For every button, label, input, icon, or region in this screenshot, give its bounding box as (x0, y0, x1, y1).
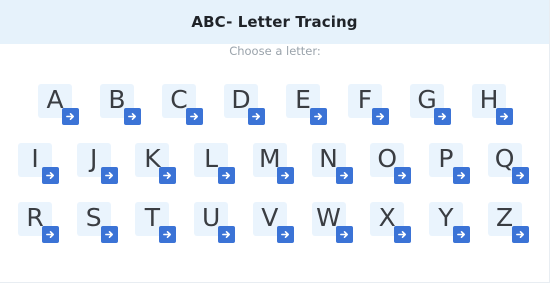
choose-letter-prompt: Choose a letter: (229, 44, 321, 58)
arrow-right-icon (398, 230, 407, 239)
arrow-right-icon (104, 171, 113, 180)
arrow-right-icon (314, 112, 323, 121)
arrow-right-icon (339, 171, 348, 180)
letter-tile-v[interactable]: V (252, 202, 294, 243)
letter-row: IJKLMNOPQ (0, 143, 550, 191)
select-letter-button[interactable] (248, 108, 265, 125)
letter-tracing-app: ABC- Letter Tracing Choose a letter: ABC… (0, 0, 550, 283)
select-letter-button[interactable] (42, 226, 59, 243)
select-letter-button[interactable] (276, 226, 294, 243)
letter-tile-k[interactable]: K (135, 143, 177, 184)
letter-tile-r[interactable]: R (18, 202, 59, 243)
arrow-right-icon (104, 230, 113, 239)
select-letter-button[interactable] (62, 108, 79, 125)
arrow-right-icon (280, 230, 289, 239)
arrow-right-icon (66, 112, 75, 121)
letter-tile-n[interactable]: N (311, 143, 353, 184)
select-letter-button[interactable] (218, 226, 236, 243)
letter-tile-l[interactable]: L (194, 143, 236, 184)
letter-tile-d[interactable]: D (224, 84, 265, 125)
arrow-right-icon (46, 171, 55, 180)
arrow-right-icon (398, 171, 407, 180)
arrow-right-icon (222, 230, 231, 239)
arrow-right-icon (190, 112, 199, 121)
letter-tile-h[interactable]: H (472, 84, 513, 125)
select-letter-button[interactable] (511, 226, 529, 243)
arrow-right-icon (46, 230, 55, 239)
select-letter-button[interactable] (394, 226, 412, 243)
select-letter-button[interactable] (124, 108, 141, 125)
letter-tile-i[interactable]: I (18, 143, 59, 184)
letter-tile-m[interactable]: M (252, 143, 294, 184)
letter-tile-s[interactable]: S (76, 202, 118, 243)
select-letter-button[interactable] (335, 226, 353, 243)
select-letter-button[interactable] (159, 226, 177, 243)
letter-tile-b[interactable]: B (100, 84, 141, 125)
arrow-right-icon (376, 112, 385, 121)
letter-tile-u[interactable]: U (194, 202, 236, 243)
arrow-right-icon (515, 230, 524, 239)
arrow-right-icon (500, 112, 509, 121)
select-letter-button[interactable] (511, 167, 529, 184)
letter-tile-q[interactable]: Q (487, 143, 529, 184)
arrow-right-icon (456, 171, 465, 180)
letter-tile-j[interactable]: J (76, 143, 118, 184)
letter-tile-x[interactable]: X (370, 202, 412, 243)
select-letter-button[interactable] (186, 108, 203, 125)
select-letter-button[interactable] (100, 167, 118, 184)
letter-tile-f[interactable]: F (348, 84, 389, 125)
arrow-right-icon (438, 112, 447, 121)
arrow-right-icon (280, 171, 289, 180)
select-letter-button[interactable] (218, 167, 236, 184)
arrow-right-icon (456, 230, 465, 239)
select-letter-button[interactable] (310, 108, 327, 125)
letter-tile-w[interactable]: W (311, 202, 353, 243)
letter-tile-g[interactable]: G (410, 84, 451, 125)
page-title: ABC- Letter Tracing (191, 13, 358, 31)
arrow-right-icon (252, 112, 261, 121)
select-letter-button[interactable] (335, 167, 353, 184)
select-letter-button[interactable] (372, 108, 389, 125)
letter-tile-t[interactable]: T (135, 202, 177, 243)
select-letter-button[interactable] (159, 167, 177, 184)
select-letter-button[interactable] (434, 108, 451, 125)
letter-row: ABCDEFGH (0, 84, 550, 132)
arrow-right-icon (128, 112, 137, 121)
arrow-right-icon (515, 171, 524, 180)
letter-tile-o[interactable]: O (370, 143, 412, 184)
select-letter-button[interactable] (100, 226, 118, 243)
letter-row: RSTUVWXYZ (0, 202, 550, 250)
select-letter-button[interactable] (496, 108, 513, 125)
select-letter-button[interactable] (394, 167, 412, 184)
letter-tile-a[interactable]: A (38, 84, 79, 125)
select-letter-button[interactable] (42, 167, 59, 184)
arrow-right-icon (163, 230, 172, 239)
arrow-right-icon (163, 171, 172, 180)
select-letter-button[interactable] (276, 167, 294, 184)
arrow-right-icon (339, 230, 348, 239)
select-letter-button[interactable] (452, 226, 470, 243)
letter-tile-e[interactable]: E (286, 84, 327, 125)
select-letter-button[interactable] (452, 167, 470, 184)
arrow-right-icon (222, 171, 231, 180)
letter-tile-y[interactable]: Y (428, 202, 470, 243)
letter-tile-z[interactable]: Z (487, 202, 529, 243)
letter-tile-c[interactable]: C (162, 84, 203, 125)
header-bar: ABC- Letter Tracing (0, 0, 549, 44)
letter-tile-p[interactable]: P (428, 143, 470, 184)
